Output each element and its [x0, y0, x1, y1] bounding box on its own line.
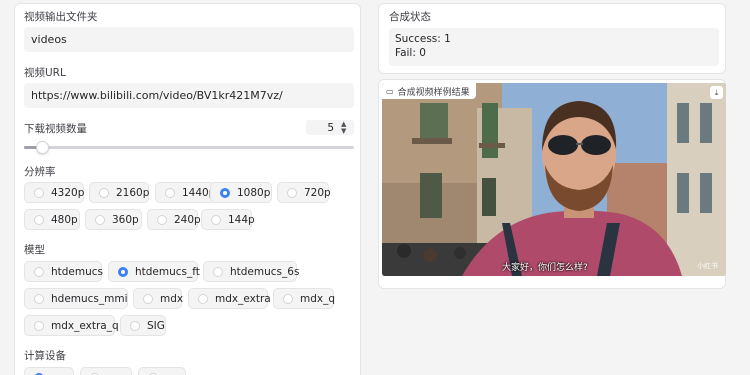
- option-label: 144p: [228, 213, 255, 226]
- option-label: hdemucs_mmi: [51, 292, 128, 305]
- resolution-option-480p[interactable]: 480p: [24, 209, 80, 230]
- resolution-option-360p[interactable]: 360p: [85, 209, 142, 230]
- video-subtitle: 大家好，你们怎么样?: [502, 263, 588, 273]
- video-output-label: ▭ 合成视频样例结果: [382, 83, 476, 99]
- video-player[interactable]: ▭ 合成视频样例结果 ⤓ 大家好，你们怎么样? 小红书: [382, 83, 726, 276]
- radio-icon: [34, 266, 44, 277]
- resolution-option-2160p[interactable]: 2160p: [89, 182, 149, 203]
- option-label: mdx_extra_q: [51, 319, 119, 332]
- option-label: mdx_extra: [215, 292, 271, 305]
- radio-selected-icon: [118, 266, 128, 277]
- video-url-input[interactable]: https://www.bilibili.com/video/BV1kr421M…: [24, 83, 354, 108]
- status-output: Success: 1 Fail: 0: [389, 28, 719, 66]
- option-label: 1080p: [237, 186, 271, 199]
- option-label: htdemucs_6s: [230, 265, 300, 278]
- device-label: 计算设备: [24, 350, 66, 362]
- radio-icon: [211, 214, 221, 225]
- option-label: 4320p: [51, 186, 85, 199]
- download-icon[interactable]: ⤓: [710, 86, 723, 99]
- model-label: 模型: [24, 244, 45, 256]
- radio-icon: [283, 293, 293, 304]
- model-option-htdemucs[interactable]: htdemucs: [24, 261, 104, 282]
- radio-icon: [34, 320, 44, 331]
- output-folder-label: 视频输出文件夹: [24, 11, 98, 23]
- resolution-option-144p[interactable]: 144p: [201, 209, 255, 230]
- download-count-value: 5: [327, 121, 334, 134]
- model-option-hdemucs_mmi[interactable]: hdemucs_mmi: [24, 288, 128, 309]
- model-option-mdx_extra_q[interactable]: mdx_extra_q: [24, 315, 119, 336]
- resolution-option-4320p[interactable]: 4320p: [24, 182, 84, 203]
- status-success: Success: 1: [395, 33, 451, 45]
- video-frame-image: [382, 83, 726, 276]
- model-option-htdemucs_6s[interactable]: htdemucs_6s: [203, 261, 300, 282]
- resolution-option-240p[interactable]: 240p: [147, 209, 201, 230]
- download-count-slider[interactable]: [24, 141, 354, 154]
- option-label: mdx: [160, 292, 184, 305]
- radio-icon: [165, 187, 175, 198]
- option-label: 360p: [112, 213, 139, 226]
- radio-icon: [157, 214, 167, 225]
- resolution-option-720p[interactable]: 720p: [277, 182, 331, 203]
- video-label-text: 合成视频样例结果: [397, 87, 470, 98]
- radio-icon: [99, 187, 109, 198]
- radio-icon: [130, 320, 140, 331]
- resolution-label: 分辨率: [24, 166, 56, 178]
- download-count-label: 下载视频数量: [24, 123, 87, 135]
- option-label: 480p: [51, 213, 78, 226]
- status-label: 合成状态: [389, 11, 431, 23]
- option-label: SIG: [147, 319, 165, 332]
- device-option[interactable]: [80, 367, 132, 375]
- model-option-mdx[interactable]: mdx: [133, 288, 184, 309]
- device-option[interactable]: [24, 367, 74, 375]
- device-option[interactable]: [138, 367, 186, 375]
- resolution-option-1440p[interactable]: 1440p: [155, 182, 215, 203]
- download-count-stepper[interactable]: 5 ▲ ▼: [306, 120, 354, 135]
- watermark-logo: 小红书: [697, 262, 718, 270]
- resolution-option-1080p[interactable]: 1080p: [210, 182, 272, 203]
- status-fail: Fail: 0: [395, 47, 426, 59]
- option-label: htdemucs_ft: [135, 265, 200, 278]
- radio-icon: [34, 187, 44, 198]
- radio-icon: [287, 187, 297, 198]
- radio-icon: [213, 266, 223, 277]
- video-url-label: 视频URL: [24, 67, 66, 79]
- model-option-mdx_extra[interactable]: mdx_extra: [188, 288, 271, 309]
- video-camera-icon: ▭: [386, 86, 394, 96]
- option-label: 720p: [304, 186, 331, 199]
- option-label: htdemucs: [51, 265, 104, 278]
- radio-icon: [34, 214, 44, 225]
- radio-icon: [143, 293, 153, 304]
- option-label: 240p: [174, 213, 201, 226]
- model-option-htdemucs_ft[interactable]: htdemucs_ft: [108, 261, 200, 282]
- model-option-mdx_q[interactable]: mdx_q: [273, 288, 336, 309]
- option-label: mdx_q: [300, 292, 336, 305]
- radio-selected-icon: [220, 187, 230, 198]
- up-down-arrows-icon[interactable]: ▲ ▼: [341, 120, 346, 135]
- option-label: 2160p: [116, 186, 150, 199]
- radio-icon: [95, 214, 105, 225]
- output-folder-input[interactable]: videos: [24, 27, 354, 52]
- slider-handle[interactable]: [36, 141, 49, 154]
- radio-icon: [34, 293, 44, 304]
- radio-icon: [198, 293, 208, 304]
- model-option-sig[interactable]: SIG: [120, 315, 166, 336]
